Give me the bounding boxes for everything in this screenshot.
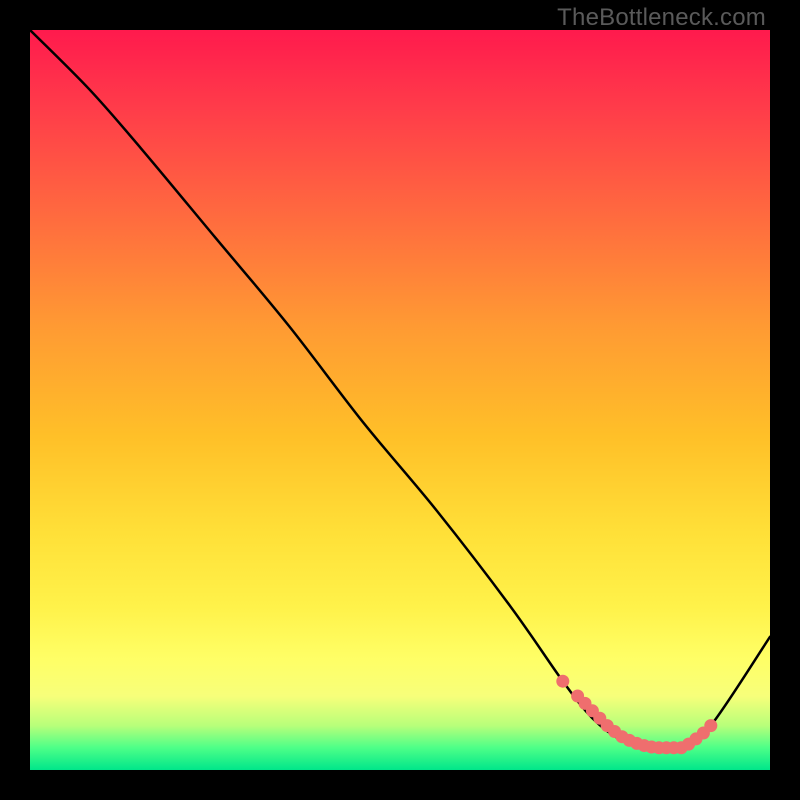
- highlight-point: [556, 675, 569, 688]
- chart-frame: TheBottleneck.com: [0, 0, 800, 800]
- highlight-points-group: [556, 675, 717, 755]
- watermark-text: TheBottleneck.com: [557, 4, 766, 32]
- gradient-plot-area: [30, 30, 770, 770]
- highlight-point: [704, 719, 717, 732]
- bottleneck-curve: [30, 30, 770, 750]
- chart-svg: [30, 30, 770, 770]
